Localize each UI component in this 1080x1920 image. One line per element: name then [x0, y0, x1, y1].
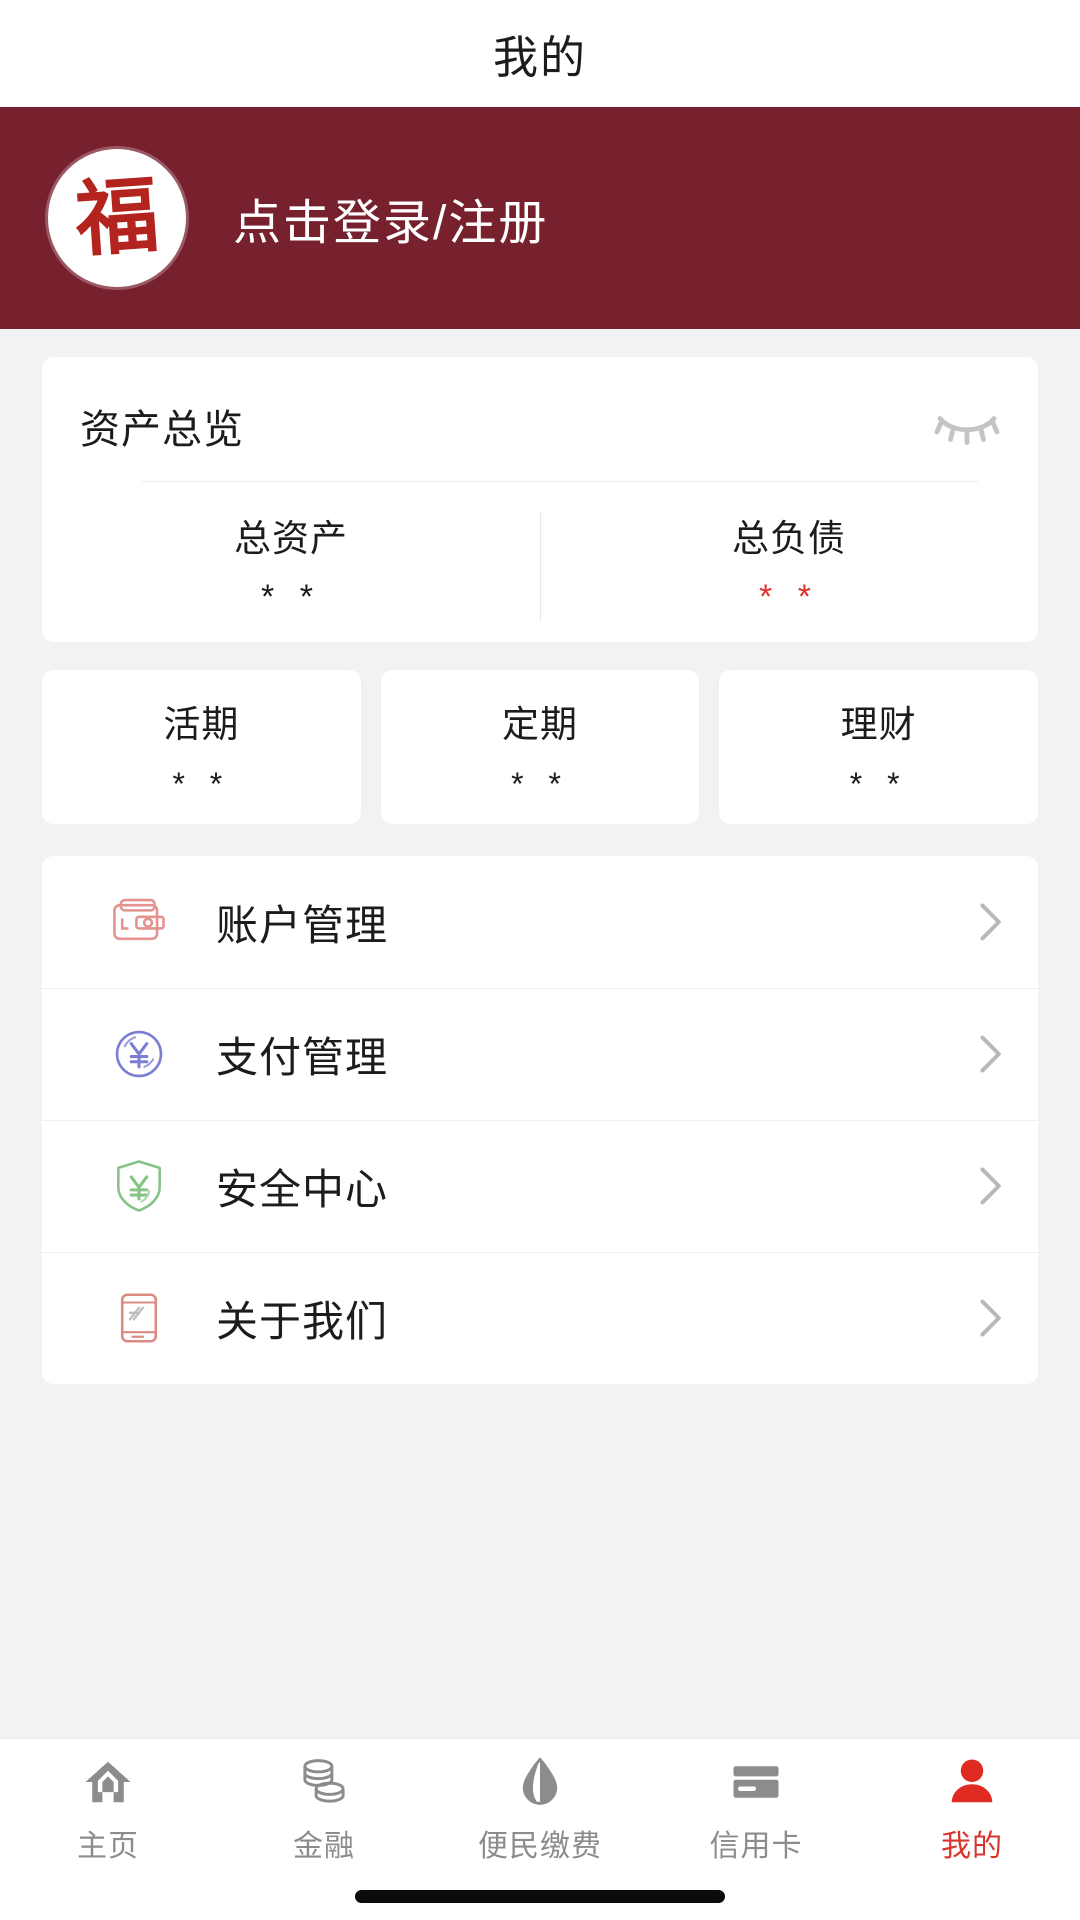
menu-label-account-management: 账户管理 [216, 901, 389, 949]
app-root: 我的 福 点击登录/注册 资产总览 总资产 * * 总负债 * * 活期 * *… [0, 0, 1080, 1920]
credit-card-icon [729, 1753, 783, 1811]
stat-card-current[interactable]: 活期 * * [42, 670, 361, 824]
person-icon [945, 1753, 999, 1811]
total-liabilities-label: 总负债 [732, 518, 846, 559]
total-assets-block[interactable]: 总资产 * * [42, 508, 540, 614]
tab-utility-payment[interactable]: 便民缴费 [432, 1753, 648, 1865]
chevron-right-icon[interactable] [972, 1163, 1006, 1209]
total-assets-label: 总资产 [234, 518, 348, 559]
coins-icon [297, 1753, 351, 1811]
tab-credit-card[interactable]: 信用卡 [648, 1753, 864, 1865]
login-register-label[interactable]: 点击登录/注册 [233, 183, 548, 253]
water-drop-icon [513, 1753, 567, 1811]
total-assets-value: * * [261, 578, 321, 616]
stat-card-row: 活期 * * 定期 * * 理财 * * [42, 670, 1039, 824]
settings-menu-list: 账户管理 支付管理 安全中心 关于我们 [42, 856, 1038, 1384]
tab-finance[interactable]: 金融 [216, 1753, 432, 1865]
menu-label-payment-management: 支付管理 [216, 1033, 389, 1081]
home-indicator[interactable] [355, 1889, 725, 1903]
asset-figures: 总资产 * * 总负债 * * [42, 508, 1038, 622]
title-bar: 我的 [0, 0, 1080, 107]
tab-label-mine: 我的 [941, 1830, 1003, 1863]
stat-card-wealth[interactable]: 理财 * * [719, 670, 1039, 824]
fu-character-logo: 福 [71, 169, 161, 267]
asset-overview-title: 资产总览 [80, 408, 244, 452]
chevron-right-icon[interactable] [972, 1031, 1006, 1077]
stat-label-current: 活期 [163, 704, 240, 745]
page-title: 我的 [492, 32, 587, 83]
stat-label-fixed: 定期 [502, 704, 578, 745]
figures-separator [540, 512, 541, 622]
svg-text:福: 福 [71, 169, 161, 267]
asset-overview-card: 资产总览 总资产 * * 总负债 * * [42, 357, 1038, 642]
stat-label-wealth: 理财 [840, 704, 917, 745]
menu-item-account-management[interactable]: 账户管理 [42, 856, 1038, 988]
stat-card-fixed[interactable]: 定期 * * [380, 670, 700, 824]
chevron-right-icon[interactable] [972, 1295, 1006, 1341]
tab-mine[interactable]: 我的 [864, 1753, 1080, 1865]
menu-item-payment-management[interactable]: 支付管理 [42, 988, 1038, 1120]
stat-value-fixed: * * [511, 766, 569, 802]
stat-value-wealth: * * [849, 766, 908, 802]
total-liabilities-value: * * [759, 578, 819, 616]
menu-label-security-center: 安全中心 [216, 1165, 389, 1213]
asset-overview-header: 资产总览 [42, 393, 1038, 459]
asset-card-divider [142, 481, 978, 482]
eye-closed-icon[interactable] [934, 405, 1000, 447]
menu-item-security-center[interactable]: 安全中心 [42, 1120, 1038, 1252]
tab-label-utility-payment: 便民缴费 [478, 1830, 602, 1863]
avatar[interactable]: 福 [48, 149, 186, 287]
tab-home[interactable]: 主页 [0, 1753, 216, 1865]
main-content: 资产总览 总资产 * * 总负债 * * 活期 * * 定期 * * 理财 * … [0, 329, 1080, 1738]
home-indicator-area [0, 1872, 1080, 1920]
menu-label-about-us: 关于我们 [216, 1297, 389, 1345]
login-banner[interactable]: 福 点击登录/注册 [0, 107, 1080, 329]
tab-label-finance: 金融 [293, 1830, 355, 1863]
stat-value-current: * * [172, 766, 231, 802]
shield-yen-icon [104, 1151, 174, 1221]
menu-item-about-us[interactable]: 关于我们 [42, 1252, 1038, 1384]
yen-circle-icon [104, 1019, 174, 1089]
chevron-right-icon[interactable] [972, 899, 1006, 945]
home-icon [81, 1753, 135, 1811]
document-icon [104, 1283, 174, 1353]
tab-label-credit-card: 信用卡 [709, 1830, 803, 1863]
wallet-icon [104, 887, 174, 957]
tab-label-home: 主页 [77, 1830, 139, 1863]
total-liabilities-block[interactable]: 总负债 * * [540, 508, 1038, 614]
bottom-tab-bar: 主页 金融 便民缴费 信用卡 我的 [0, 1738, 1080, 1872]
